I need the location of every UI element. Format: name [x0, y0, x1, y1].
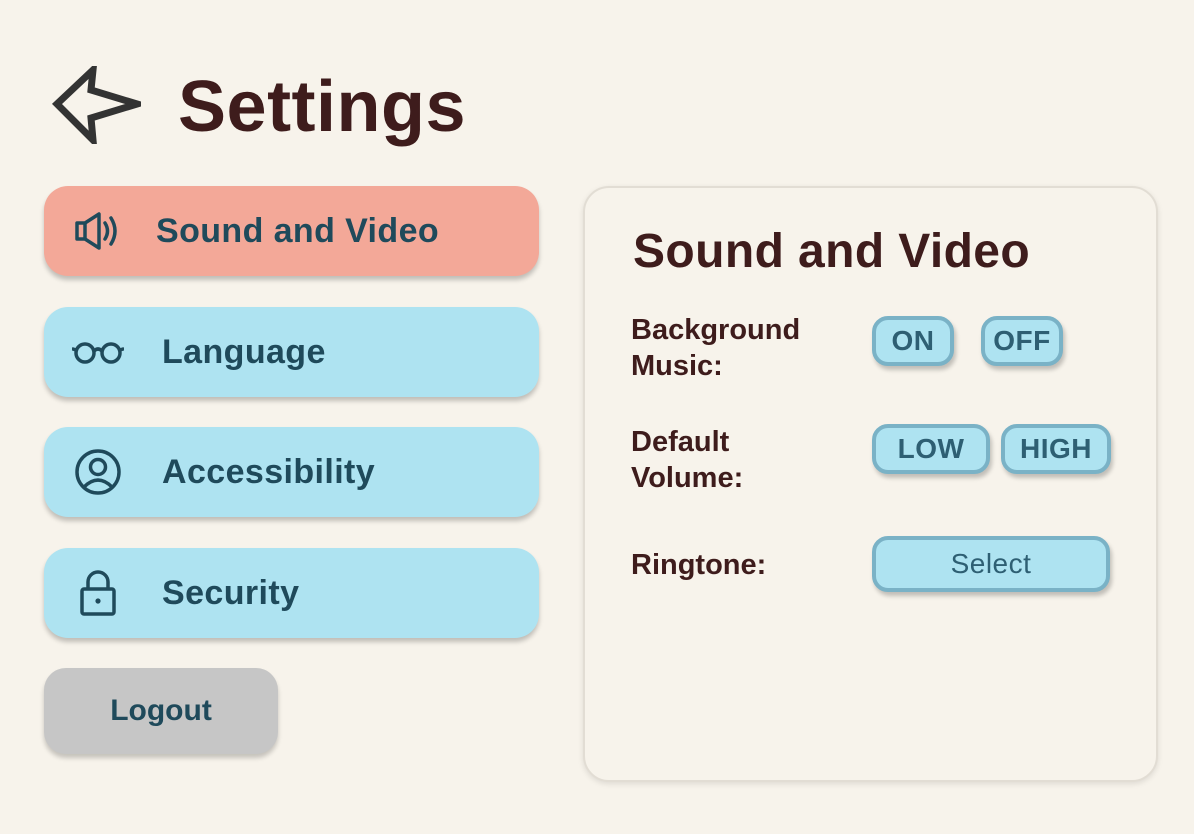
page-title: Settings [178, 67, 467, 147]
ringtone-label: Ringtone: [631, 549, 767, 581]
background-music-off-button[interactable]: OFF [981, 316, 1063, 366]
sidebar-item-sound-and-video[interactable]: Sound and Video [44, 186, 539, 276]
sidebar-item-security[interactable]: Security [44, 548, 539, 638]
settings-page: Settings Sound and Video Language Access… [0, 0, 1194, 834]
sidebar-item-accessibility[interactable]: Accessibility [44, 427, 539, 517]
sidebar-item-label: Security [162, 573, 300, 612]
sidebar-item-label: Sound and Video [156, 211, 440, 250]
settings-panel: Sound and Video Background Music: ON OFF… [583, 186, 1158, 782]
glasses-icon [70, 324, 126, 380]
user-circle-icon [70, 444, 126, 500]
background-music-label-line1: Background [631, 314, 801, 346]
sidebar-item-language[interactable]: Language [44, 307, 539, 397]
sidebar-item-label: Language [162, 332, 326, 371]
back-button[interactable] [50, 60, 150, 149]
logout-button[interactable]: Logout [44, 668, 278, 754]
speaker-icon [70, 203, 126, 259]
panel-title: Sound and Video [633, 225, 1031, 278]
default-volume-label: Default Volume: [631, 424, 743, 496]
lock-icon [70, 565, 126, 621]
default-volume-label-line1: Default [631, 426, 730, 458]
volume-low-button[interactable]: LOW [872, 424, 990, 474]
default-volume-label-line2: Volume: [631, 462, 744, 494]
back-arrow-icon [51, 60, 150, 149]
volume-high-button[interactable]: HIGH [1001, 424, 1111, 474]
ringtone-select-button[interactable]: Select [872, 536, 1110, 592]
background-music-on-button[interactable]: ON [872, 316, 954, 366]
background-music-label: Background Music: [631, 312, 800, 384]
background-music-label-line2: Music: [631, 350, 723, 382]
sidebar-item-label: Accessibility [162, 452, 376, 491]
